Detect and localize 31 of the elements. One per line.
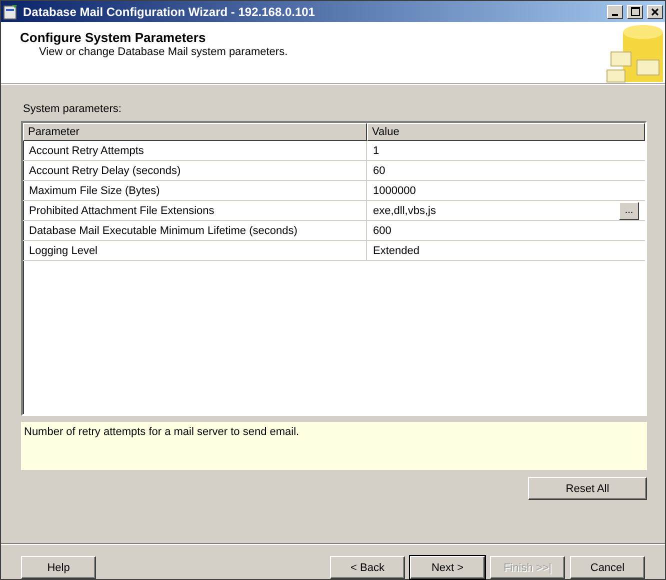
- column-header[interactable]: Parameter: [23, 123, 367, 141]
- close-icon: [651, 8, 659, 16]
- page-title: Configure System Parameters: [20, 30, 207, 45]
- maximize-icon: [630, 7, 640, 16]
- minimize-button[interactable]: [607, 4, 623, 18]
- table-cell: Logging Level: [23, 241, 367, 260]
- column-header[interactable]: Value: [367, 123, 645, 141]
- table-cell[interactable]: exe,dll,vbs,js: [373, 204, 436, 216]
- reset-all-button[interactable]: Reset All: [528, 477, 647, 500]
- wizard-button[interactable]: Cancel: [570, 556, 645, 579]
- table-cell[interactable]: 600: [373, 224, 392, 236]
- window-title: Database Mail Configuration Wizard - 192.168.0.101: [23, 4, 316, 18]
- table-cell[interactable]: 1000000: [373, 184, 416, 196]
- table-cell: Account Retry Delay (seconds): [23, 161, 367, 180]
- minimize-icon: [612, 14, 618, 16]
- browse-button[interactable]: ...: [619, 202, 639, 220]
- close-button[interactable]: [647, 4, 663, 18]
- table-cell: Database Mail Executable Minimum Lifetime (seconds): [23, 221, 367, 240]
- grid-label: System parameters:: [23, 103, 122, 115]
- page-subtitle: View or change Database Mail system parameters.: [38, 46, 289, 58]
- description-text: Number of retry attempts for a mail server to send email.: [21, 422, 647, 470]
- table-cell: Maximum File Size (Bytes): [23, 181, 367, 200]
- table-cell[interactable]: 1: [373, 144, 380, 156]
- wizard-button[interactable]: Help: [21, 556, 96, 579]
- table-cell: Prohibited Attachment File Extensions: [23, 201, 367, 220]
- table-cell[interactable]: Extended: [373, 244, 420, 256]
- wizard-button[interactable]: < Back: [330, 556, 405, 579]
- table-cell: Account Retry Attempts: [23, 141, 367, 160]
- maximize-button[interactable]: [627, 4, 643, 18]
- wizard-button[interactable]: Next >: [410, 556, 485, 579]
- table-cell[interactable]: 60: [373, 164, 386, 176]
